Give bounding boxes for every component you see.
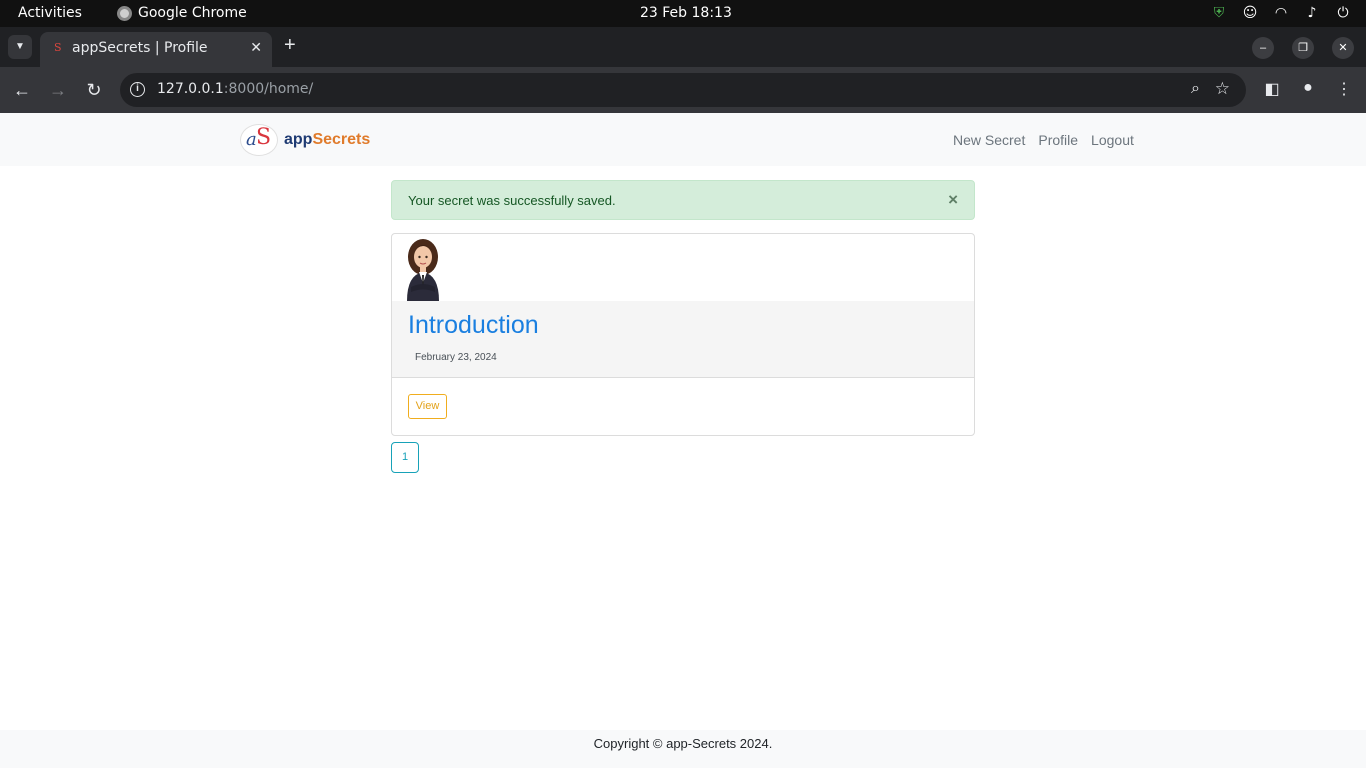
nav-new-secret[interactable]: New Secret — [953, 132, 1025, 148]
back-button[interactable]: ← — [11, 79, 33, 101]
brand-link[interactable]: aS appSecrets — [240, 124, 370, 156]
side-panel-icon[interactable]: ◧ — [1261, 79, 1283, 99]
chrome-icon — [117, 5, 132, 21]
app-logo-icon: aS — [240, 124, 278, 156]
activities-button[interactable]: Activities — [18, 5, 82, 21]
power-icon: ⏻ — [1337, 5, 1349, 21]
url-host: 127.0.0.1 — [157, 81, 224, 97]
brand-name: appSecrets — [284, 131, 371, 148]
forward-button[interactable]: → — [47, 79, 69, 101]
alert-message: Your secret was successfully saved. — [408, 193, 616, 208]
url-text[interactable]: 127.0.0.1:8000/home/ — [157, 81, 313, 97]
accessibility-icon[interactable]: ☺ — [1241, 4, 1259, 22]
tab-search-button[interactable]: ▼ — [8, 35, 32, 59]
avatar — [407, 239, 439, 301]
bookmark-star-icon[interactable]: ☆ — [1215, 79, 1230, 99]
reload-button[interactable]: ↻ — [83, 79, 105, 101]
shield-icon: ⛨ — [1213, 5, 1225, 21]
site-footer: Copyright © app-Secrets 2024. — [0, 730, 1366, 768]
card-header: Introduction February 23, 2024 — [392, 301, 974, 378]
close-tab-icon[interactable]: ✕ — [250, 39, 262, 56]
new-tab-button[interactable]: + — [284, 35, 296, 55]
site-navbar: aS appSecrets New Secret Profile Logout — [0, 113, 1366, 166]
browser-tab[interactable]: S appSecrets | Profile ✕ — [40, 32, 272, 67]
app-menu[interactable]: Google Chrome — [117, 5, 247, 21]
maximize-button[interactable]: ❐ — [1292, 37, 1314, 59]
site-info-icon[interactable]: i — [130, 82, 145, 97]
nav-links: New Secret Profile Logout — [953, 132, 1134, 148]
secret-title[interactable]: Introduction — [408, 311, 539, 340]
nav-profile[interactable]: Profile — [1038, 132, 1078, 148]
address-bar[interactable]: i 127.0.0.1:8000/home/ ⌕ ☆ — [120, 73, 1246, 107]
pagination-page-1[interactable]: 1 — [391, 442, 419, 473]
clock[interactable]: 23 Feb 18:13 — [640, 5, 732, 21]
secret-date: February 23, 2024 — [415, 352, 497, 363]
tab-strip: ▼ S appSecrets | Profile ✕ + – ❐ ✕ — [0, 27, 1366, 67]
app-name: Google Chrome — [138, 5, 247, 21]
profile-icon[interactable]: ● — [1297, 79, 1319, 97]
wifi-icon: ◠ — [1274, 5, 1288, 21]
tab-title: appSecrets | Profile — [72, 40, 208, 56]
volume-icon: ♪ — [1307, 5, 1317, 21]
system-top-bar: Activities Google Chrome 23 Feb 18:13 ⛨ … — [0, 0, 1366, 27]
close-alert-icon[interactable]: × — [948, 190, 958, 210]
footer-copyright: Copyright © app-Secrets 2024. — [593, 736, 773, 751]
secret-card: Introduction February 23, 2024 View — [391, 233, 975, 436]
view-button[interactable]: View — [408, 394, 447, 419]
browser-toolbar: ← → ↻ i 127.0.0.1:8000/home/ ⌕ ☆ ◧ ● ⋮ — [0, 67, 1366, 113]
system-tray[interactable]: ⛨ ☺ ◠ ♪ ⏻ — [1210, 4, 1352, 22]
zoom-icon[interactable]: ⌕ — [1191, 80, 1200, 98]
menu-kebab-icon[interactable]: ⋮ — [1333, 79, 1355, 99]
nav-logout[interactable]: Logout — [1091, 132, 1134, 148]
url-path: :8000/home/ — [223, 81, 314, 97]
minimize-button[interactable]: – — [1252, 37, 1274, 59]
success-alert: Your secret was successfully saved. × — [391, 180, 975, 220]
web-page: aS appSecrets New Secret Profile Logout … — [0, 113, 1366, 768]
close-window-button[interactable]: ✕ — [1332, 37, 1354, 59]
favicon-icon: S — [54, 41, 62, 54]
